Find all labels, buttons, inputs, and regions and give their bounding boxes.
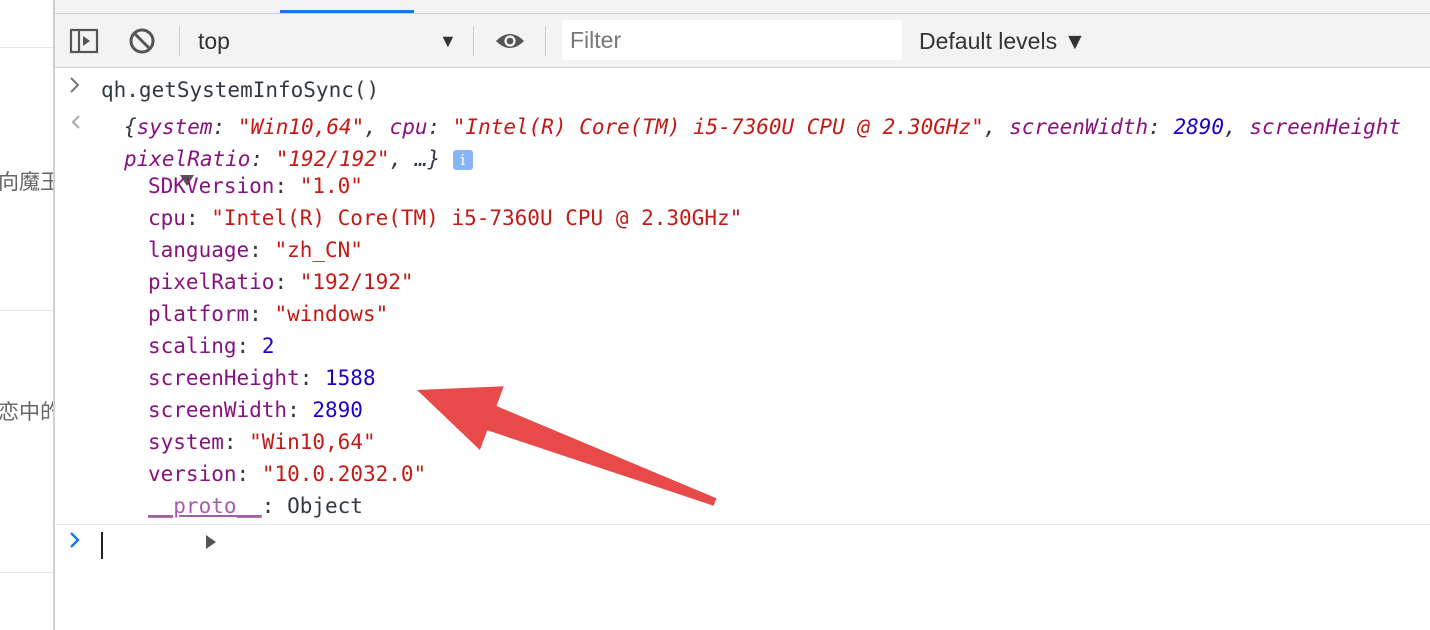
devtools-panel: top ▼ Default levels ▼ qh.getSystemInfoS…: [55, 0, 1430, 630]
annotation-arrow: [417, 386, 717, 506]
page-text-snippet: 向魔王: [0, 170, 53, 194]
page-text-snippet: 恋中的: [0, 400, 53, 424]
background-page: 向魔王 恋中的: [0, 0, 53, 630]
divider: [0, 310, 53, 311]
divider: [0, 572, 53, 573]
divider: [0, 47, 53, 48]
